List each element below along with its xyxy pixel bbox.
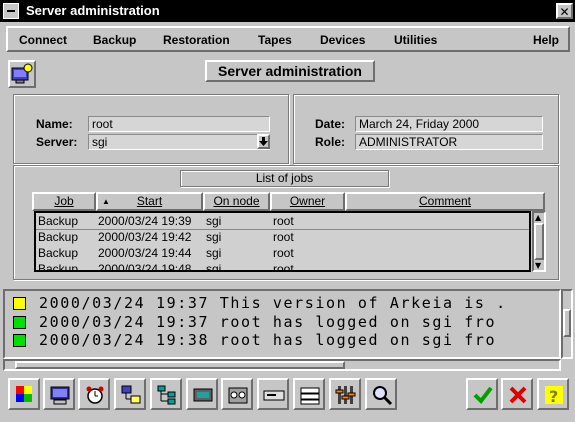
menu-restoration[interactable]: Restoration <box>163 33 230 47</box>
menu-utilities[interactable]: Utilities <box>394 33 437 47</box>
sliders-icon <box>335 386 356 404</box>
arrow-down-icon <box>259 137 268 146</box>
sort-ascending-icon: ▲ <box>102 197 110 206</box>
scroll-down-icon[interactable]: ▼ <box>535 261 541 270</box>
server-select[interactable]: sgi <box>88 134 270 150</box>
help-icon: ? <box>545 386 563 406</box>
ok-button[interactable] <box>466 378 498 410</box>
jobs-scrollbar[interactable]: ▲ ▼ <box>532 211 546 272</box>
log-horizontal-scrollbar[interactable] <box>3 359 561 371</box>
cancel-button[interactable] <box>501 378 533 410</box>
page-title: Server administration <box>205 60 375 82</box>
server-dropdown-button[interactable] <box>257 134 270 149</box>
menu-tapes[interactable]: Tapes <box>258 33 292 47</box>
tape-library-button[interactable] <box>221 378 253 410</box>
status-indicator-icon <box>13 316 26 329</box>
start-cell: 2000/03/24 19:48 <box>98 262 192 272</box>
log-line: 2000/03/24 19:37 root has logged on sgi … <box>5 313 559 331</box>
column-header-job[interactable]: Job <box>32 192 96 211</box>
tape-library-icon <box>228 387 248 404</box>
network-icon <box>121 385 141 404</box>
table-row[interactable]: Backup 2000/03/24 19:39 sgi root <box>36 213 529 230</box>
start-cell: 2000/03/24 19:44 <box>98 246 192 260</box>
start-cell: 2000/03/24 19:39 <box>98 214 192 228</box>
job-cell: Backup <box>38 262 79 272</box>
computer-icon <box>50 386 70 405</box>
column-header-comment[interactable]: Comment <box>345 192 545 211</box>
tapes-stack-button[interactable] <box>293 378 325 410</box>
name-label: Name: <box>36 117 73 131</box>
menu-connect[interactable]: Connect <box>19 33 67 47</box>
menu-help[interactable]: Help <box>533 33 559 47</box>
computer-button[interactable] <box>43 378 75 410</box>
column-header-owner[interactable]: Owner <box>270 192 345 211</box>
job-cell: Backup <box>38 230 79 244</box>
scroll-thumb[interactable] <box>15 361 345 369</box>
owner-cell: root <box>273 262 294 272</box>
table-row[interactable]: Backup 2000/03/24 19:44 sgi root <box>36 245 529 261</box>
window-title: Server administration <box>26 3 160 18</box>
date-label: Date: <box>315 117 346 131</box>
job-cell: Backup <box>38 214 79 228</box>
owner-cell: root <box>273 214 294 228</box>
status-indicator-icon <box>13 297 26 310</box>
drive-icon <box>193 388 213 402</box>
scroll-up-icon[interactable]: ▲ <box>535 213 541 222</box>
device-icon <box>263 390 285 401</box>
menu-backup[interactable]: Backup <box>93 33 136 47</box>
scroll-thumb[interactable] <box>534 223 544 260</box>
log-panel[interactable]: 2000/03/24 19:37 This version of Arkeia … <box>3 289 561 359</box>
cube-icon <box>16 386 32 402</box>
cancel-icon <box>509 386 527 404</box>
alarm-clock-button[interactable] <box>78 378 110 410</box>
close-button[interactable]: ✕ <box>556 3 573 19</box>
tree-button[interactable] <box>150 378 182 410</box>
job-cell: Backup <box>38 246 79 260</box>
column-header-node[interactable]: On node <box>203 192 270 211</box>
network-button[interactable] <box>114 378 146 410</box>
status-indicator-icon <box>13 334 26 347</box>
sliders-button[interactable] <box>329 378 361 410</box>
menu-bar: Connect Backup Restoration Tapes Devices… <box>6 26 570 52</box>
name-field[interactable]: root <box>88 116 270 132</box>
drive-button[interactable] <box>186 378 218 410</box>
menu-devices[interactable]: Devices <box>320 33 365 47</box>
start-cell: 2000/03/24 19:42 <box>98 230 192 244</box>
title-bar[interactable]: Server administration ✕ <box>0 0 575 22</box>
owner-cell: root <box>273 230 294 244</box>
search-icon <box>373 386 393 406</box>
window-menu-icon[interactable] <box>3 3 19 19</box>
log-vertical-scrollbar[interactable] <box>561 289 573 359</box>
node-cell: sgi <box>206 214 222 228</box>
device-button[interactable] <box>257 378 289 410</box>
cube-button[interactable] <box>8 378 40 410</box>
help-button[interactable]: ? <box>537 378 569 410</box>
ok-icon <box>473 386 493 405</box>
role-field: ADMINISTRATOR <box>355 134 543 150</box>
owner-cell: root <box>273 246 294 260</box>
role-label: Role: <box>315 135 345 149</box>
tree-icon <box>157 385 176 405</box>
date-field: March 24, Friday 2000 <box>355 116 543 132</box>
column-header-start[interactable]: ▲ Start <box>96 192 203 211</box>
node-cell: sgi <box>206 262 222 272</box>
server-select-value: sgi <box>92 135 108 149</box>
table-row[interactable]: Backup 2000/03/24 19:42 sgi root <box>36 229 529 245</box>
tapes-stack-icon <box>300 387 320 405</box>
table-row[interactable]: Backup 2000/03/24 19:48 sgi root <box>36 261 529 272</box>
jobs-title: List of jobs <box>180 170 389 187</box>
server-admin-icon[interactable] <box>8 60 36 88</box>
log-line: 2000/03/24 19:38 root has logged on sgi … <box>5 331 559 349</box>
jobs-list[interactable]: Backup 2000/03/24 19:39 sgi root Backup … <box>34 211 531 272</box>
search-button[interactable] <box>365 378 397 410</box>
alarm-clock-icon <box>86 386 104 404</box>
node-cell: sgi <box>206 230 222 244</box>
svg-text:?: ? <box>549 387 558 406</box>
scroll-thumb[interactable] <box>563 309 571 337</box>
log-line: 2000/03/24 19:37 This version of Arkeia … <box>5 294 559 312</box>
server-label: Server: <box>36 135 78 149</box>
node-cell: sgi <box>206 246 222 260</box>
